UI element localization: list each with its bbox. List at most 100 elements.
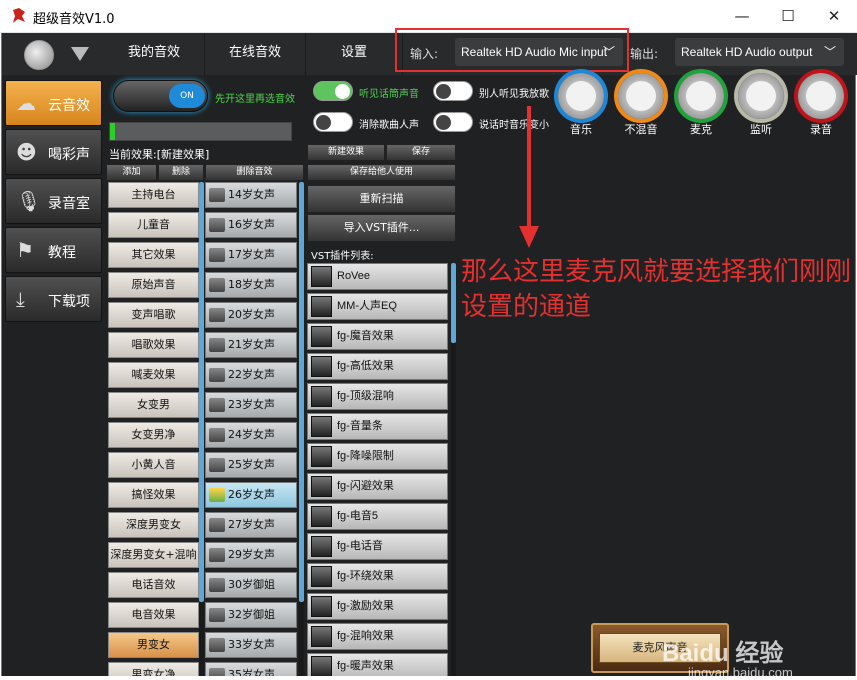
preset-item[interactable]: 25岁女声 [205, 452, 297, 478]
preset-item[interactable]: 24岁女声 [205, 422, 297, 448]
category-item[interactable]: 电话音效 [108, 572, 199, 598]
monitor-mic-switch[interactable] [313, 81, 353, 101]
new-effect-button[interactable]: 新建效果 [307, 144, 385, 161]
preset-label: 21岁女声 [228, 338, 275, 351]
category-item[interactable]: 原始声音 [108, 272, 199, 298]
preset-item[interactable]: 22岁女声 [205, 362, 297, 388]
vst-plugin-item[interactable]: fg-电音5 [307, 503, 448, 530]
preset-item[interactable]: 27岁女声 [205, 512, 297, 538]
preset-label: 17岁女声 [228, 248, 275, 261]
share-music-switch[interactable] [433, 81, 473, 101]
vst-plugin-item[interactable]: fg-混响效果 [307, 623, 448, 650]
preset-item[interactable]: 17岁女声 [205, 242, 297, 268]
preset-item[interactable]: 32岁御姐 [205, 602, 297, 628]
minimize-button[interactable]: — [719, 0, 765, 33]
maximize-button[interactable]: ☐ [765, 0, 811, 33]
sidebar-item-tutorial[interactable]: ⚑ 教程 [5, 227, 102, 273]
music-volume-knob[interactable]: 音乐 [556, 73, 606, 136]
preset-item[interactable]: 26岁女声 [205, 482, 297, 508]
category-item[interactable]: 搞怪效果 [108, 482, 199, 508]
no-mix-knob[interactable]: 不混音 [616, 73, 666, 136]
vst-plugin-item[interactable]: fg-环绕效果 [307, 563, 448, 590]
vst-plugin-item[interactable]: fg-降噪限制 [307, 443, 448, 470]
vst-plugin-item[interactable]: fg-激励效果 [307, 593, 448, 620]
preset-item[interactable]: 33岁女声 [205, 632, 297, 658]
category-item[interactable]: 其它效果 [108, 242, 199, 268]
sidebar-item-cheers[interactable]: ☻ 喝彩声 [5, 129, 102, 175]
preset-list: 14岁女声 16岁女声 17岁女声 18岁女声 20岁女声 21岁女声 22岁女声 23岁女声… [205, 182, 301, 676]
vst-plugin-item[interactable]: fg-闪避效果 [307, 473, 448, 500]
category-item[interactable]: 男变女 [108, 632, 199, 658]
plugin-icon [311, 416, 332, 437]
save-for-others-button[interactable]: 保存给他人使用 [307, 164, 456, 181]
vst-plugin-item[interactable]: fg-顶级混响 [307, 383, 448, 410]
preset-scrollbar[interactable] [299, 182, 304, 676]
category-item[interactable]: 深度男变女+混响 [108, 542, 199, 568]
sidebar-item-cloud-effects[interactable]: ☁ 云音效 [5, 80, 102, 126]
category-item[interactable]: 主持电台 [108, 182, 199, 208]
preset-item[interactable]: 23岁女声 [205, 392, 297, 418]
current-effect-label: 当前效果:[新建效果] [109, 148, 210, 161]
save-button[interactable]: 保存 [386, 144, 456, 161]
vst-plugin-item[interactable]: MM-人声EQ [307, 293, 448, 320]
vst-plugin-list: RoVee MM-人声EQ fg-魔音效果 fg-高低效果 fg-顶级混响 fg-音量条 f… [307, 263, 450, 676]
chevron-down-icon: ﹀ [823, 45, 836, 59]
sidebar-item-studio[interactable]: 🎙 录音室 [5, 178, 102, 224]
preset-item[interactable]: 35岁女声 [205, 662, 297, 676]
preset-item[interactable]: 29岁女声 [205, 542, 297, 568]
delete-effect-button[interactable]: 删除音效 [205, 164, 304, 181]
app-menu-icon[interactable] [24, 40, 54, 70]
category-scrollbar[interactable] [199, 182, 204, 676]
vst-plugin-item[interactable]: fg-暖声效果 [307, 653, 448, 676]
preset-item[interactable]: 14岁女声 [205, 182, 297, 208]
category-item[interactable]: 儿童音 [108, 212, 199, 238]
monitor-volume-knob[interactable]: 监听 [736, 73, 786, 136]
add-button[interactable]: 添加 [106, 164, 157, 181]
preset-item[interactable]: 30岁御姐 [205, 572, 297, 598]
vst-plugin-item[interactable]: fg-电话音 [307, 533, 448, 560]
plugin-icon [311, 596, 332, 617]
rescan-button[interactable]: 重新扫描 [307, 185, 456, 213]
preset-item[interactable]: 16岁女声 [205, 212, 297, 238]
remove-vocals-switch[interactable] [313, 112, 353, 132]
preset-label: 25岁女声 [228, 458, 275, 471]
category-item[interactable]: 男变女净 [108, 662, 199, 676]
category-item[interactable]: 电音效果 [108, 602, 199, 628]
vst-plugin-item[interactable]: RoVee [307, 263, 448, 290]
category-item[interactable]: 喊麦效果 [108, 362, 199, 388]
ducking-switch[interactable] [433, 112, 473, 132]
category-item[interactable]: 女变男 [108, 392, 199, 418]
plugin-label: fg-降噪限制 [337, 450, 394, 462]
import-vst-button[interactable]: 导入VST插件... [307, 214, 456, 242]
tab-online-effects[interactable]: 在线音效 [205, 33, 306, 75]
preset-label: 29岁女声 [228, 548, 275, 561]
plugin-icon [311, 386, 332, 407]
vst-plugin-item[interactable]: fg-高低效果 [307, 353, 448, 380]
category-item[interactable]: 小黄人音 [108, 452, 199, 478]
tab-settings[interactable]: 设置 [306, 33, 403, 75]
annotation-text: 那么这里麦克风就要选择我们刚刚设置的通道 [461, 257, 852, 322]
preset-item[interactable]: 21岁女声 [205, 332, 297, 358]
tab-my-effects[interactable]: 我的音效 [104, 33, 205, 75]
record-volume-knob[interactable]: 录音 [796, 73, 846, 136]
annotation-arrow [527, 106, 531, 229]
close-button[interactable]: ✕ [811, 0, 857, 33]
books-icon [209, 668, 225, 676]
category-item[interactable]: 深度男变女 [108, 512, 199, 538]
preset-item[interactable]: 18岁女声 [205, 272, 297, 298]
category-item[interactable]: 变声唱歌 [108, 302, 199, 328]
delete-button[interactable]: 删除 [158, 164, 204, 181]
power-toggle[interactable]: ON [113, 80, 208, 112]
vst-scrollbar[interactable] [451, 263, 456, 676]
category-item[interactable]: 唱歌效果 [108, 332, 199, 358]
preset-label: 24岁女声 [228, 428, 275, 441]
mic-volume-knob[interactable]: 麦克 [676, 73, 726, 136]
menu-dropdown-icon[interactable] [71, 47, 89, 61]
output-device-select[interactable]: Realtek HD Audio output ﹀ [675, 38, 844, 66]
sidebar-item-downloads[interactable]: ⤓ 下载项 [5, 276, 102, 322]
plugin-icon [311, 446, 332, 467]
vst-plugin-item[interactable]: fg-音量条 [307, 413, 448, 440]
category-item[interactable]: 女变男净 [108, 422, 199, 448]
vst-plugin-item[interactable]: fg-魔音效果 [307, 323, 448, 350]
preset-item[interactable]: 20岁女声 [205, 302, 297, 328]
